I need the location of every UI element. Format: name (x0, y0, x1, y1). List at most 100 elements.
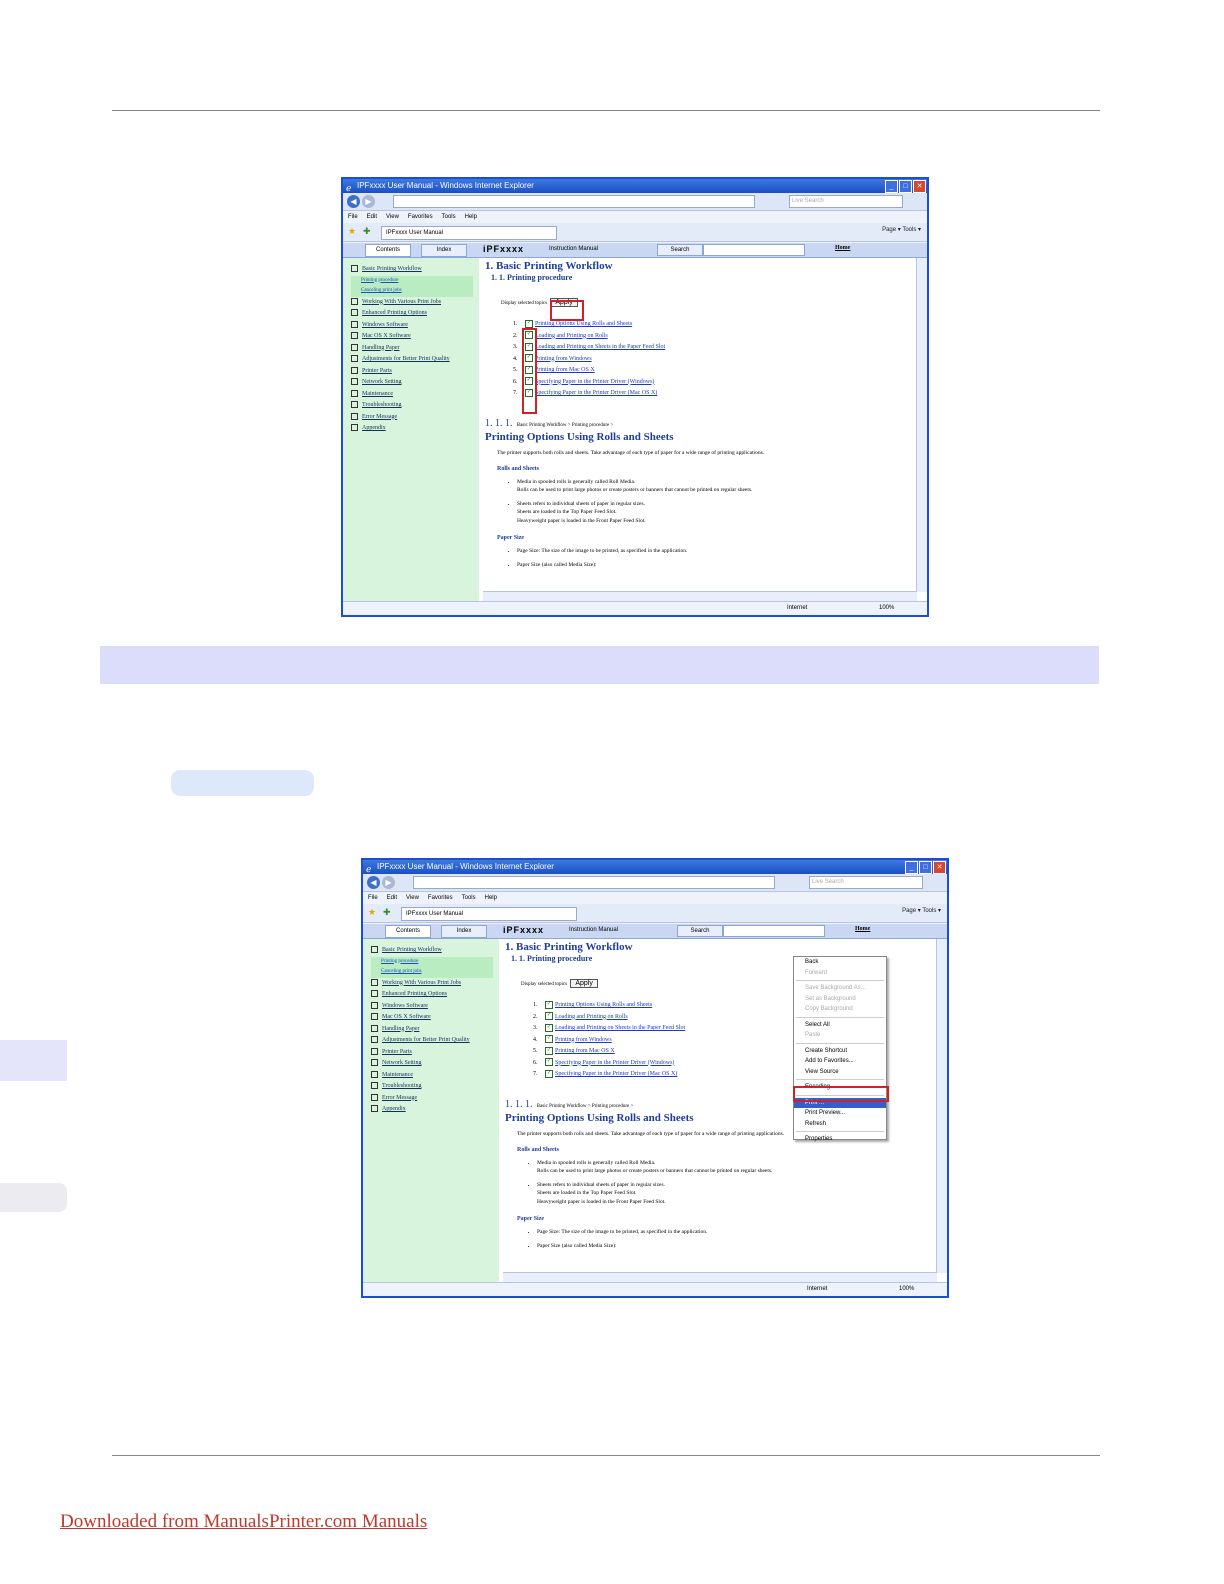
apply-button[interactable]: Apply (570, 979, 598, 988)
topic-link[interactable]: Specifying Paper in the Printer Driver (… (555, 1060, 674, 1066)
back-icon[interactable]: ◀ (347, 195, 360, 208)
menu-item[interactable]: Help (465, 211, 477, 223)
menu-item[interactable]: File (368, 892, 378, 904)
topic-checkbox[interactable]: ✓ (545, 1000, 553, 1009)
sidebar-item[interactable]: Printer Parts (371, 1047, 499, 1059)
context-menu-item[interactable]: Back (794, 957, 886, 968)
topic-link[interactable]: Loading and Printing on Rolls (535, 333, 608, 339)
expand-icon[interactable] (351, 401, 358, 409)
live-search-input[interactable]: Live Search (809, 876, 923, 889)
expand-icon[interactable] (371, 1059, 378, 1067)
sidebar-item[interactable]: Network Setting (351, 377, 479, 389)
sidebar-item[interactable]: Maintenance (351, 389, 479, 401)
menu-item[interactable]: Help (485, 892, 497, 904)
tab-manual[interactable]: IPFxxxx User Manual (381, 226, 557, 240)
topic-checkbox[interactable]: ✓ (545, 1069, 553, 1078)
vertical-scrollbar[interactable] (916, 258, 927, 592)
expand-icon[interactable] (371, 1001, 378, 1009)
back-icon[interactable]: ◀ (367, 876, 380, 889)
manual-search-input[interactable] (723, 925, 825, 937)
context-menu-item[interactable]: Add to Favorites... (794, 1056, 886, 1067)
sidebar-item[interactable]: Basic Printing Workflow (351, 264, 479, 276)
topic-link[interactable]: Printing from Mac OS X (555, 1048, 615, 1054)
expand-icon[interactable] (371, 1036, 378, 1044)
url-input[interactable] (393, 195, 755, 208)
tab-index[interactable]: Index (441, 925, 487, 938)
topic-checkbox[interactable]: ✓ (545, 1023, 553, 1032)
sidebar-item[interactable]: Working With Various Print Jobs (351, 297, 479, 309)
expand-icon[interactable] (351, 320, 358, 328)
forward-icon[interactable]: ▶ (362, 195, 375, 208)
context-menu-item[interactable]: Print Preview... (794, 1108, 886, 1119)
vertical-scrollbar[interactable] (936, 939, 947, 1273)
sidebar-item[interactable]: Troubleshooting (371, 1081, 499, 1093)
topic-link[interactable]: Specifying Paper in the Printer Driver (… (555, 1071, 677, 1077)
context-menu-item[interactable]: View Source (794, 1067, 886, 1078)
expand-icon[interactable] (371, 1047, 378, 1055)
zoom-level[interactable]: 100% (899, 1283, 914, 1296)
expand-icon[interactable] (371, 1105, 378, 1113)
topic-link[interactable]: Loading and Printing on Rolls (555, 1014, 628, 1020)
context-menu-item[interactable]: Properties (794, 1134, 886, 1145)
topic-checkbox[interactable]: ✓ (545, 1046, 553, 1055)
sidebar-item[interactable]: Enhanced Printing Options (371, 989, 499, 1001)
tab-index[interactable]: Index (421, 244, 467, 257)
sidebar-item[interactable]: Adjustments for Better Print Quality (371, 1035, 499, 1047)
tab-contents[interactable]: Contents (365, 244, 411, 257)
expand-icon[interactable] (351, 297, 358, 305)
expand-icon[interactable] (371, 990, 378, 998)
sidebar-item[interactable]: Mac OS X Software (371, 1012, 499, 1024)
favorites-star-icon[interactable]: ★ (368, 907, 376, 918)
expand-icon[interactable] (371, 1070, 378, 1078)
sidebar-item[interactable]: Enhanced Printing Options (351, 308, 479, 320)
topic-link[interactable]: Printing from Mac OS X (535, 367, 595, 373)
expand-icon[interactable] (371, 946, 378, 954)
expand-icon[interactable] (371, 978, 378, 986)
topic-checkbox[interactable]: ✓ (545, 1035, 553, 1044)
expand-icon[interactable] (351, 412, 358, 420)
add-favorite-icon[interactable]: ✚ (383, 907, 391, 918)
expand-icon[interactable] (351, 366, 358, 374)
menu-item[interactable]: Tools (462, 892, 476, 904)
menu-item[interactable]: File (348, 211, 358, 223)
topic-link[interactable]: Specifying Paper in the Printer Driver (… (535, 390, 657, 396)
topic-checkbox[interactable]: ✓ (545, 1012, 553, 1021)
maximize-button[interactable]: □ (899, 180, 912, 193)
sidebar-item[interactable]: Adjustments for Better Print Quality (351, 354, 479, 366)
minimize-button[interactable]: _ (885, 180, 898, 193)
sidebar-item[interactable]: Handling Paper (351, 343, 479, 355)
close-button[interactable]: ✕ (913, 180, 926, 193)
sidebar-item[interactable]: Error Message (351, 412, 479, 424)
command-bar[interactable]: Page ▾ Tools ▾ (882, 226, 921, 233)
home-link[interactable]: Home (855, 926, 870, 932)
expand-icon[interactable] (371, 1013, 378, 1021)
expand-icon[interactable] (351, 309, 358, 317)
menu-item[interactable]: Edit (367, 211, 377, 223)
url-input[interactable] (413, 876, 775, 889)
expand-icon[interactable] (371, 1082, 378, 1090)
menu-item[interactable]: Edit (387, 892, 397, 904)
expand-icon[interactable] (351, 355, 358, 363)
maximize-button[interactable]: □ (919, 861, 932, 874)
sidebar-item[interactable]: Troubleshooting (351, 400, 479, 412)
sidebar-item[interactable]: Handling Paper (371, 1024, 499, 1036)
command-bar[interactable]: Page ▾ Tools ▾ (902, 907, 941, 914)
manual-search-input[interactable] (703, 244, 805, 256)
home-link[interactable]: Home (835, 245, 850, 251)
sidebar-item[interactable]: Error Message (371, 1093, 499, 1105)
expand-icon[interactable] (351, 332, 358, 340)
expand-icon[interactable] (351, 424, 358, 432)
expand-icon[interactable] (351, 389, 358, 397)
sidebar-item[interactable]: Maintenance (371, 1070, 499, 1082)
sidebar-item[interactable]: Printing procedure (371, 956, 493, 967)
topic-link[interactable]: Loading and Printing on Sheets in the Pa… (555, 1025, 685, 1031)
topic-link[interactable]: Specifying Paper in the Printer Driver (… (535, 379, 654, 385)
expand-icon[interactable] (371, 1024, 378, 1032)
expand-icon[interactable] (351, 343, 358, 351)
topic-link[interactable]: Printing from Windows (535, 356, 592, 362)
topic-checkbox[interactable]: ✓ (525, 319, 533, 328)
sidebar-item[interactable]: Working With Various Print Jobs (371, 978, 499, 990)
sidebar-item[interactable]: Printing procedure (351, 275, 473, 286)
expand-icon[interactable] (351, 378, 358, 386)
window-titlebar[interactable]: ℯ IPFxxxx User Manual - Windows Internet… (363, 860, 947, 874)
